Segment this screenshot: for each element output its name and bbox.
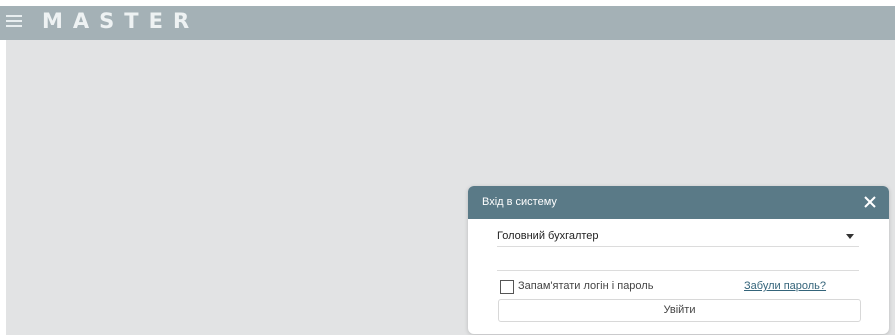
dialog-title: Вхід в систему [482, 196, 557, 208]
app-header: MASTER [0, 6, 895, 40]
hamburger-menu-icon[interactable] [6, 15, 22, 29]
remember-label: Запам'ятати логін і пароль [518, 280, 654, 292]
close-icon[interactable] [861, 193, 879, 211]
remember-checkbox[interactable] [500, 280, 514, 294]
login-dialog: Вхід в систему Головний бухгалтер Запам'… [468, 186, 889, 334]
login-button[interactable]: Увійти [498, 299, 861, 322]
password-field[interactable] [497, 252, 859, 271]
chevron-down-icon [846, 234, 854, 239]
app-brand: MASTER [42, 9, 200, 33]
dialog-header: Вхід в систему [468, 186, 889, 219]
forgot-password-link[interactable]: Забули пароль? [744, 280, 826, 292]
role-select-value: Головний бухгалтер [497, 230, 599, 242]
role-select[interactable]: Головний бухгалтер [497, 224, 859, 247]
